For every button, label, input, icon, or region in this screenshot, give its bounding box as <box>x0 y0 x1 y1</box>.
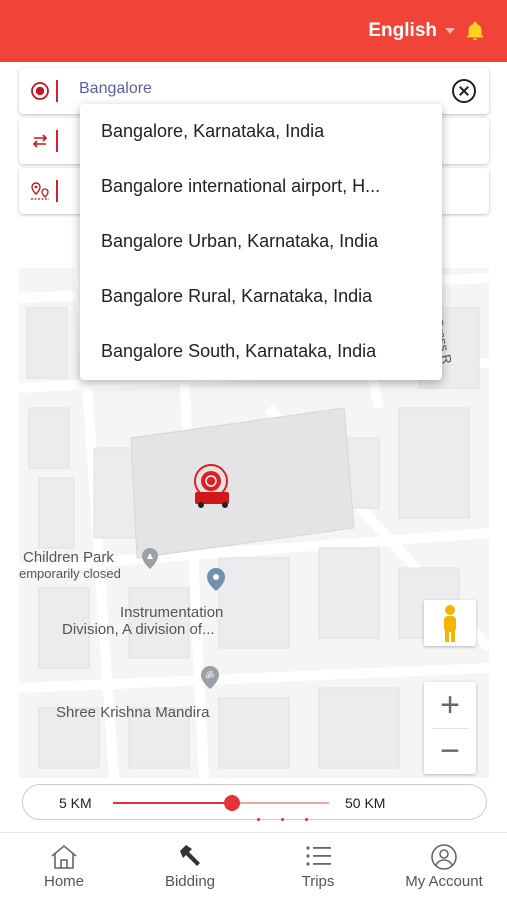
nav-bidding[interactable]: Bidding <box>150 833 230 900</box>
drop-location-icon <box>31 182 49 200</box>
nav-home[interactable]: Home <box>24 833 104 900</box>
pickup-input[interactable]: Bangalore <box>79 80 152 98</box>
zoom-controls: + − <box>424 682 476 774</box>
radius-min-label: 5 KM <box>59 795 92 811</box>
map-label-closed: emporarily closed <box>19 566 121 581</box>
nav-trips-label: Trips <box>301 873 335 890</box>
nav-home-label: Home <box>43 873 84 890</box>
account-icon <box>431 844 457 870</box>
map-label-children-park: Children Park <box>23 549 114 566</box>
slider-tick <box>305 818 308 821</box>
chevron-down-icon <box>445 28 455 34</box>
suggestion-item[interactable]: Bangalore international airport, H... <box>80 159 442 214</box>
slider-tick <box>281 818 284 821</box>
radius-slider-fill <box>113 802 232 804</box>
list-icon <box>306 846 331 866</box>
hammer-icon <box>180 845 200 866</box>
radius-slider-track[interactable] <box>113 795 329 821</box>
pickup-location-icon <box>31 82 49 100</box>
nav-my-account-label: My Account <box>405 873 483 890</box>
pegman-icon <box>444 605 456 642</box>
suggestions-dropdown: Bangalore, Karnataka, India Bangalore in… <box>80 104 442 380</box>
suggestion-item[interactable]: Bangalore, Karnataka, India <box>80 104 442 159</box>
nav-bidding-label: Bidding <box>164 873 216 890</box>
zoom-out-button[interactable]: − <box>424 728 476 774</box>
nav-my-account[interactable]: My Account <box>394 833 494 900</box>
bottom-navigation: Home Bidding Trips My Account <box>0 832 507 900</box>
clear-icon[interactable] <box>452 79 476 103</box>
svg-text:ॐ: ॐ <box>205 670 214 682</box>
suggestion-item[interactable]: Bangalore Urban, Karnataka, India <box>80 214 442 269</box>
park-pin-icon <box>142 548 158 569</box>
app-screen: English Bangalore ॐ Children Park empora… <box>0 0 507 900</box>
nav-trips[interactable]: Trips <box>278 833 358 900</box>
bell-icon[interactable] <box>464 20 486 42</box>
street-view-button[interactable] <box>424 600 476 646</box>
field-divider <box>56 80 58 102</box>
map-label-division: Division, A division of... <box>62 621 215 638</box>
home-icon <box>51 844 77 869</box>
field-divider <box>56 130 58 152</box>
swap-arrows-icon <box>32 134 48 148</box>
radius-slider-panel: 5 KM 50 KM <box>22 784 487 821</box>
suggestion-item[interactable]: Bangalore Rural, Karnataka, India <box>80 269 442 324</box>
map-label-temple: Shree Krishna Mandira <box>56 704 210 721</box>
map-label-instrumentation: Instrumentation <box>120 604 224 621</box>
language-selector[interactable]: English <box>368 20 455 42</box>
language-label: English <box>368 20 437 41</box>
radius-max-label: 50 KM <box>345 795 386 811</box>
app-header: English <box>0 0 507 62</box>
field-divider <box>56 180 58 202</box>
radius-slider-thumb[interactable] <box>224 795 240 811</box>
suggestion-item[interactable]: Bangalore South, Karnataka, India <box>80 324 442 379</box>
slider-tick <box>257 818 260 821</box>
zoom-in-button[interactable]: + <box>424 682 476 728</box>
